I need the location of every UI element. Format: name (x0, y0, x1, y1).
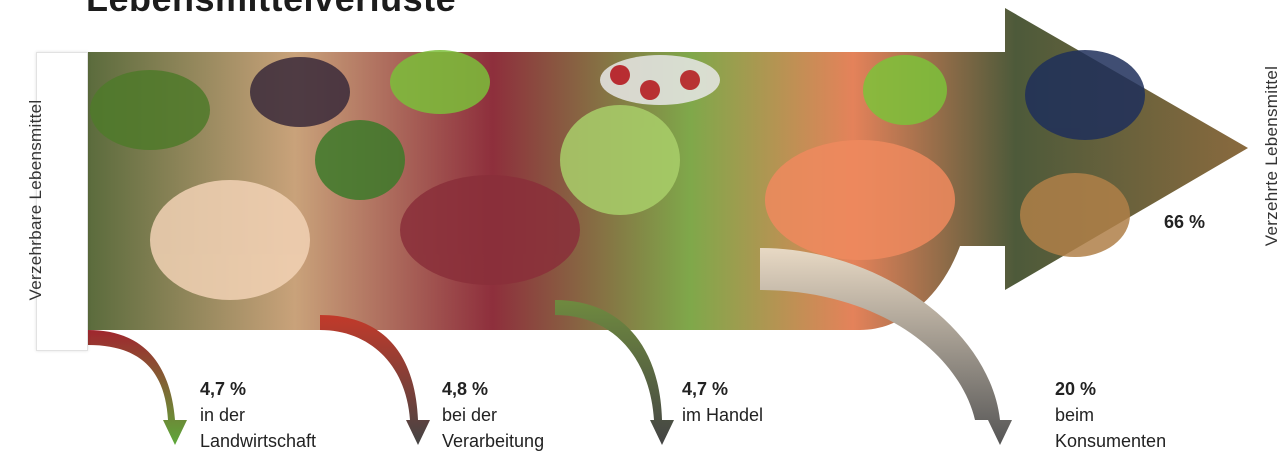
loss-percent: 20 % (1055, 379, 1097, 399)
consumed-percent: 66 % (1164, 212, 1206, 232)
food-loss-diagram: Lebensmittelverluste (0, 0, 1283, 455)
loss-label-line1: im Handel (682, 405, 764, 425)
input-label: Verzehrbare Lebensmittel (26, 99, 45, 301)
loss-agriculture: 4,7 % in der Landwirtschaft (200, 376, 316, 454)
loss-label-line1: beim (1055, 405, 1095, 425)
loss-label-line1: bei der (442, 405, 498, 425)
loss-arrow-processing (320, 315, 430, 445)
loss-label-line1: in der (200, 405, 246, 425)
loss-processing: 4,8 % bei der Verarbeitung (442, 376, 544, 454)
loss-label-line2: Landwirtschaft (200, 431, 317, 451)
loss-percent: 4,8 % (442, 379, 489, 399)
loss-percent: 4,7 % (682, 379, 729, 399)
output-label: Verzehrte Lebensmittel (1262, 65, 1281, 247)
loss-label-line2: Verarbeitung (442, 431, 545, 451)
loss-consumer: 20 % beim Konsumenten (1055, 376, 1166, 454)
loss-percent: 4,7 % (200, 379, 247, 399)
loss-arrow-agriculture (88, 330, 187, 445)
loss-label-line2: Konsumenten (1055, 431, 1167, 451)
loss-retail: 4,7 % im Handel (682, 376, 763, 428)
